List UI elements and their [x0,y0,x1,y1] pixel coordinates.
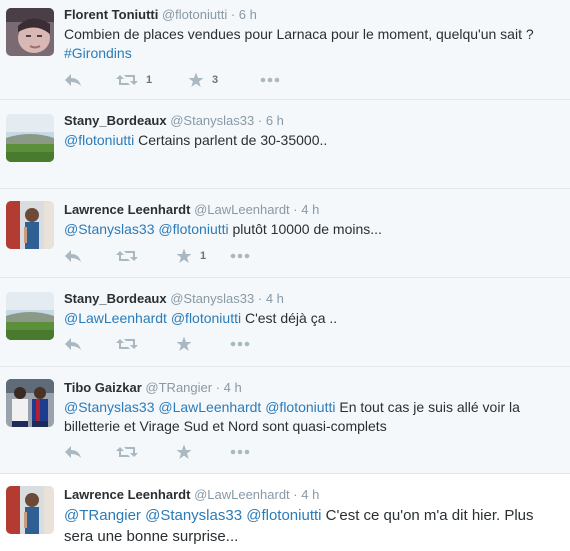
author-username[interactable]: @flotoniutti [162,7,227,22]
more-icon [260,77,280,83]
author-fullname[interactable]: Stany_Bordeaux [64,113,167,128]
tweet-text: @LawLeenhardt @flotoniutti C'est déjà ça… [64,309,564,328]
tweet-text: Combien de places vendues pour Larnaca p… [64,25,564,63]
favorite-button[interactable]: 3 [188,70,218,90]
favorite-button[interactable] [176,334,192,354]
mention-link[interactable]: @TRangier [64,507,141,524]
avatar[interactable] [6,486,54,534]
retweet-button[interactable] [116,442,138,462]
reply-button[interactable] [64,334,82,354]
author-username[interactable]: @Stanyslas33 [170,113,254,128]
reply-button[interactable] [64,246,82,266]
tweet-timestamp[interactable]: · 4 h [293,202,319,217]
retweet-icon [116,447,138,457]
tweet-timestamp[interactable]: · 4 h [258,291,284,306]
tweet-text-segment: plutôt 10000 de moins... [228,221,382,237]
more-icon [230,449,250,455]
mention-link[interactable]: @flotoniutti [158,221,228,237]
tweet-timestamp[interactable]: · 6 h [258,113,284,128]
star-icon [176,444,192,459]
avatar[interactable] [6,114,54,162]
retweet-icon [116,251,138,261]
reply-icon [65,74,81,86]
hashtag-link[interactable]: #Girondins [64,45,132,61]
mention-link[interactable]: @LawLeenhardt [64,310,167,326]
profile-photo-stadium-icon [6,114,54,162]
tweet-text: @flotoniutti Certains parlent de 30-3500… [64,131,564,150]
mention-link[interactable]: @Stanyslas33 [145,507,242,524]
tweet-timestamp[interactable]: · 6 h [231,7,257,22]
tweet[interactable]: Stany_Bordeaux @Stanyslas33 · 6 h @floto… [0,100,570,189]
tweet-text-segment: Certains parlent de 30-35000.. [134,132,328,148]
avatar[interactable] [6,8,54,56]
tweet-timestamp[interactable]: · 4 h [216,380,242,395]
mention-link[interactable]: @flotoniutti [265,399,335,415]
avatar[interactable] [6,292,54,340]
favorite-button[interactable] [176,442,192,462]
retweet-button[interactable] [116,246,138,266]
profile-photo-stadium-icon [6,292,54,340]
tweet-text-segment: C'est déjà ça .. [241,310,338,326]
reply-button[interactable] [64,442,82,462]
reply-button[interactable] [64,70,82,90]
mention-link[interactable]: @Stanyslas33 [64,221,154,237]
mention-link[interactable]: @Stanyslas33 [64,399,154,415]
author-username[interactable]: @Stanyslas33 [170,291,254,306]
star-icon [176,248,192,263]
avatar[interactable] [6,201,54,249]
author-fullname[interactable]: Florent Toniutti [64,7,158,22]
favorite-count: 3 [212,74,219,86]
star-icon [176,336,192,351]
profile-photo-footballers-icon [6,379,54,427]
favorite-button[interactable]: 1 [176,246,206,266]
favorite-count: 1 [200,250,207,262]
star-icon [188,72,204,87]
retweet-count: 1 [146,74,153,86]
tweet-text: @Stanyslas33 @LawLeenhardt @flotoniutti … [64,398,564,436]
author-username[interactable]: @LawLeenhardt [194,487,290,502]
more-button[interactable] [230,334,250,354]
tweet-timestamp[interactable]: · 4 h [293,487,319,502]
profile-photo-person-icon [6,486,54,534]
author-fullname[interactable]: Lawrence Leenhardt [64,202,190,217]
tweet-text: @TRangier @Stanyslas33 @flotoniutti C'es… [64,505,564,547]
retweet-button[interactable] [116,334,138,354]
mention-link[interactable]: @flotoniutti [64,132,134,148]
author-username[interactable]: @LawLeenhardt [194,202,290,217]
tweet[interactable]: Lawrence Leenhardt @LawLeenhardt · 4 h @… [0,189,570,278]
tweet[interactable]: Florent Toniutti @flotoniutti · 6 h Comb… [0,0,570,100]
tweet[interactable]: Stany_Bordeaux @Stanyslas33 · 4 h @LawLe… [0,278,570,367]
more-button[interactable] [230,246,250,266]
retweet-button[interactable]: 1 [116,70,152,90]
mention-link[interactable]: @flotoniutti [246,507,321,524]
mention-link[interactable]: @LawLeenhardt [158,399,261,415]
tweet-permalink[interactable]: Lawrence Leenhardt @LawLeenhardt · 4 h @… [0,474,570,551]
more-icon [230,341,250,347]
tweet[interactable]: Tibo Gaizkar @TRangier · 4 h @Stanyslas3… [0,367,570,474]
reply-icon [65,446,81,458]
tweet-text: @Stanyslas33 @flotoniutti plutôt 10000 d… [64,220,564,239]
more-button[interactable] [260,70,280,90]
avatar[interactable] [6,379,54,427]
profile-photo-person-icon [6,201,54,249]
conversation-timeline: Florent Toniutti @flotoniutti · 6 h Comb… [0,0,570,551]
retweet-icon [116,339,138,349]
reply-icon [65,338,81,350]
reply-icon [65,250,81,262]
author-fullname[interactable]: Stany_Bordeaux [64,291,167,306]
author-fullname[interactable]: Lawrence Leenhardt [64,487,190,502]
author-fullname[interactable]: Tibo Gaizkar [64,380,142,395]
author-username[interactable]: @TRangier [145,380,212,395]
profile-photo-selfie-icon [6,8,54,56]
tweet-text-segment: Combien de places vendues pour Larnaca p… [64,26,534,42]
mention-link[interactable]: @flotoniutti [171,310,241,326]
retweet-icon [116,75,138,85]
more-icon [230,253,250,259]
more-button[interactable] [230,442,250,462]
